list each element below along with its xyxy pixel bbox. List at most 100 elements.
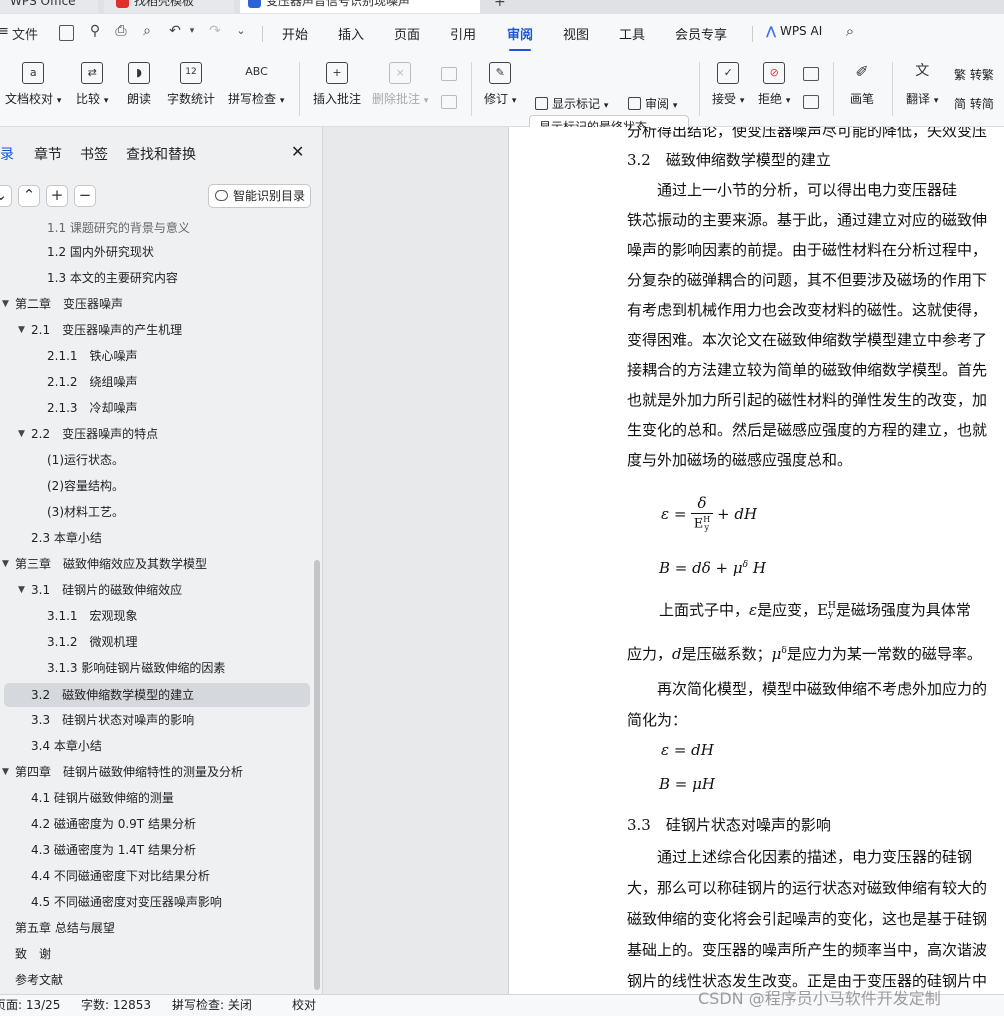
nav-scrollbar[interactable] [314,560,320,990]
more-dropdown-icon[interactable]: ⌄ [232,22,250,40]
show-markup-icon [535,97,548,110]
tab-document[interactable]: 变压器声音信号识别现噪声 [240,0,480,13]
collapse-triangle-icon[interactable]: ▼ [18,585,25,595]
toc-item[interactable]: 1.1 课题研究的背景与意义 [47,216,190,240]
toc-item[interactable]: 2.1.2 绕组噪声 [47,370,138,394]
collapse-level-icon[interactable]: ⌄ [0,185,12,207]
nav-tab-sections[interactable]: 章节 [34,144,62,164]
toc-item[interactable]: 致 谢 [15,942,51,966]
word-count-button[interactable]: 12 字数统计 [167,62,215,107]
toc-item[interactable]: 3.1.3 影响硅钢片磁致伸缩的因素 [47,656,225,680]
nav-tab-toc[interactable]: 目录 [0,144,14,164]
toc-item-current[interactable]: 3.2 磁致伸缩数学模型的建立 [4,683,310,707]
hamburger-icon[interactable]: ≡ [0,24,9,39]
redo-icon[interactable]: ↷ [206,22,224,40]
collapse-triangle-icon[interactable]: ▼ [2,299,9,309]
next-change-icon[interactable] [803,95,819,109]
doc-check-button[interactable]: a 文档校对 [5,62,61,107]
pen-button[interactable]: ✐ 画笔 [850,62,874,107]
tab-page[interactable]: 页面 [394,24,420,43]
save-icon[interactable] [59,25,74,41]
tab-wps-office[interactable]: WPS Office [0,0,98,13]
toc-item[interactable]: 2.2 变压器噪声的特点 [31,422,158,446]
nav-tab-bookmarks[interactable]: 书签 [80,144,108,164]
accept-button[interactable]: ✓ 接受 [712,62,744,107]
nav-tab-find-replace[interactable]: 查找和替换 [126,144,196,164]
toc-item[interactable]: 第五章 总结与展望 [15,916,115,940]
toc-item[interactable]: 3.4 本章小结 [31,734,102,758]
next-comment-icon[interactable] [441,95,457,109]
collapse-triangle-icon[interactable]: ▼ [2,767,9,777]
tab-references[interactable]: 引用 [450,24,476,43]
chevron-down-icon: ⌄ [172,1000,181,1011]
smart-toc-button[interactable]: 智能识别目录 [208,184,311,208]
traditional-icon: 繁 [954,68,970,82]
compare-button[interactable]: ⇄ 比较 [76,62,108,107]
toc-item[interactable]: 4.4 不同磁通密度下对比结果分析 [31,864,210,888]
collapse-triangle-icon[interactable]: ▼ [18,429,25,439]
tab-template[interactable]: 找稻壳模板 [104,0,234,13]
collapse-triangle-icon[interactable]: ▼ [18,325,25,335]
undo-icon[interactable]: ↶ [166,22,184,40]
toc-item[interactable]: 3.1.2 微观机理 [47,630,138,654]
new-tab-icon[interactable]: + [494,0,506,10]
reject-button[interactable]: ⊘ 拒绝 [758,62,790,107]
toc-item[interactable]: 2.1 变压器噪声的产生机理 [31,318,182,342]
translate-button[interactable]: 文翻译 [906,62,938,107]
remove-heading-icon[interactable]: − [74,185,96,207]
tab-review[interactable]: 审阅 [507,24,533,51]
toc-item[interactable]: 第二章 变压器噪声 [15,292,123,316]
toc-item[interactable]: 3.1 硅钢片的磁致伸缩效应 [31,578,182,602]
toc-item[interactable]: 4.3 磁通密度为 1.4T 结果分析 [31,838,196,862]
tab-member[interactable]: 会员专享 [675,24,727,43]
collapse-triangle-icon[interactable]: ▼ [2,559,9,569]
to-traditional-button[interactable]: 繁 转繁 [954,66,994,83]
tab-view[interactable]: 视图 [563,24,589,43]
share-icon[interactable]: ⚲ [86,22,104,40]
proofread-button[interactable]: 校对 [292,995,316,1016]
show-markup-button[interactable]: 显示标记 [535,95,608,112]
word-count-indicator[interactable]: 字数: 12853 [81,995,151,1016]
toc-item[interactable]: (1)运行状态。 [47,448,124,472]
spell-check-button[interactable]: ABC 拼写检查 [228,62,284,107]
search-icon[interactable]: ⌕ [841,22,859,40]
toc-item[interactable]: 第三章 磁致伸缩效应及其数学模型 [15,552,207,576]
toc-item[interactable]: 4.5 不同磁通密度对变压器噪声影响 [31,890,222,914]
toc-item[interactable]: 参考文献 [15,968,63,992]
toc-item[interactable]: 3.1.1 宏观现象 [47,604,138,628]
toc-item[interactable]: 2.1.1 铁心噪声 [47,344,138,368]
toc-item[interactable]: 1.3 本文的主要研究内容 [47,266,178,290]
tab-insert[interactable]: 插入 [338,24,364,43]
read-aloud-button[interactable]: ◗ 朗读 [127,62,151,107]
toc-item[interactable]: 4.1 硅钢片磁致伸缩的测量 [31,786,174,810]
print-preview-icon[interactable]: ⌕ [138,22,156,40]
expand-up-icon[interactable]: ⌃ [18,185,40,207]
toc-item[interactable]: 第四章 硅钢片磁致伸缩特性的测量及分析 [15,760,243,784]
file-menu[interactable]: 文件 [12,24,38,43]
tab-home[interactable]: 开始 [282,24,308,43]
review-pane-button[interactable]: 审阅 [628,95,677,112]
revise-button[interactable]: ✎ 修订 [484,62,516,107]
page-indicator[interactable]: 页面: 13/25 [0,995,60,1016]
prev-change-icon[interactable] [803,67,819,81]
delete-comment-button[interactable]: × 删除批注 [372,62,428,107]
toc-item[interactable]: (3)材料工艺。 [47,500,124,524]
wps-ai-button[interactable]: ⋀ WPS AI [766,24,822,38]
tab-tools[interactable]: 工具 [619,24,645,43]
document-page[interactable]: 分析得出结论，使变压器噪声尽可能的降低，失效变压 3.2 磁致伸缩数学模型的建立… [508,127,1004,994]
toc-item[interactable]: 4.2 磁通密度为 0.9T 结果分析 [31,812,196,836]
toc-item[interactable]: 2.3 本章小结 [31,526,102,550]
print-icon[interactable]: ⎙ [112,22,130,40]
prev-comment-icon[interactable] [441,67,457,81]
insert-comment-button[interactable]: + 插入批注 [313,62,361,107]
to-simplified-button[interactable]: 简 转简 [954,95,994,112]
toc-item[interactable]: 1.2 国内外研究现状 [47,240,154,264]
close-icon[interactable]: ✕ [291,142,304,161]
undo-dropdown-icon[interactable]: ▾ [183,22,201,40]
toc-item[interactable]: 2.1.3 冷却噪声 [47,396,138,420]
toc-item[interactable]: (2)容量结构。 [47,474,124,498]
section-heading-3-2: 3.2 磁致伸缩数学模型的建立 [627,151,831,169]
delete-comment-icon: × [389,62,412,84]
toc-item[interactable]: 3.3 硅钢片状态对噪声的影响 [31,708,194,732]
add-heading-icon[interactable]: + [46,185,68,207]
